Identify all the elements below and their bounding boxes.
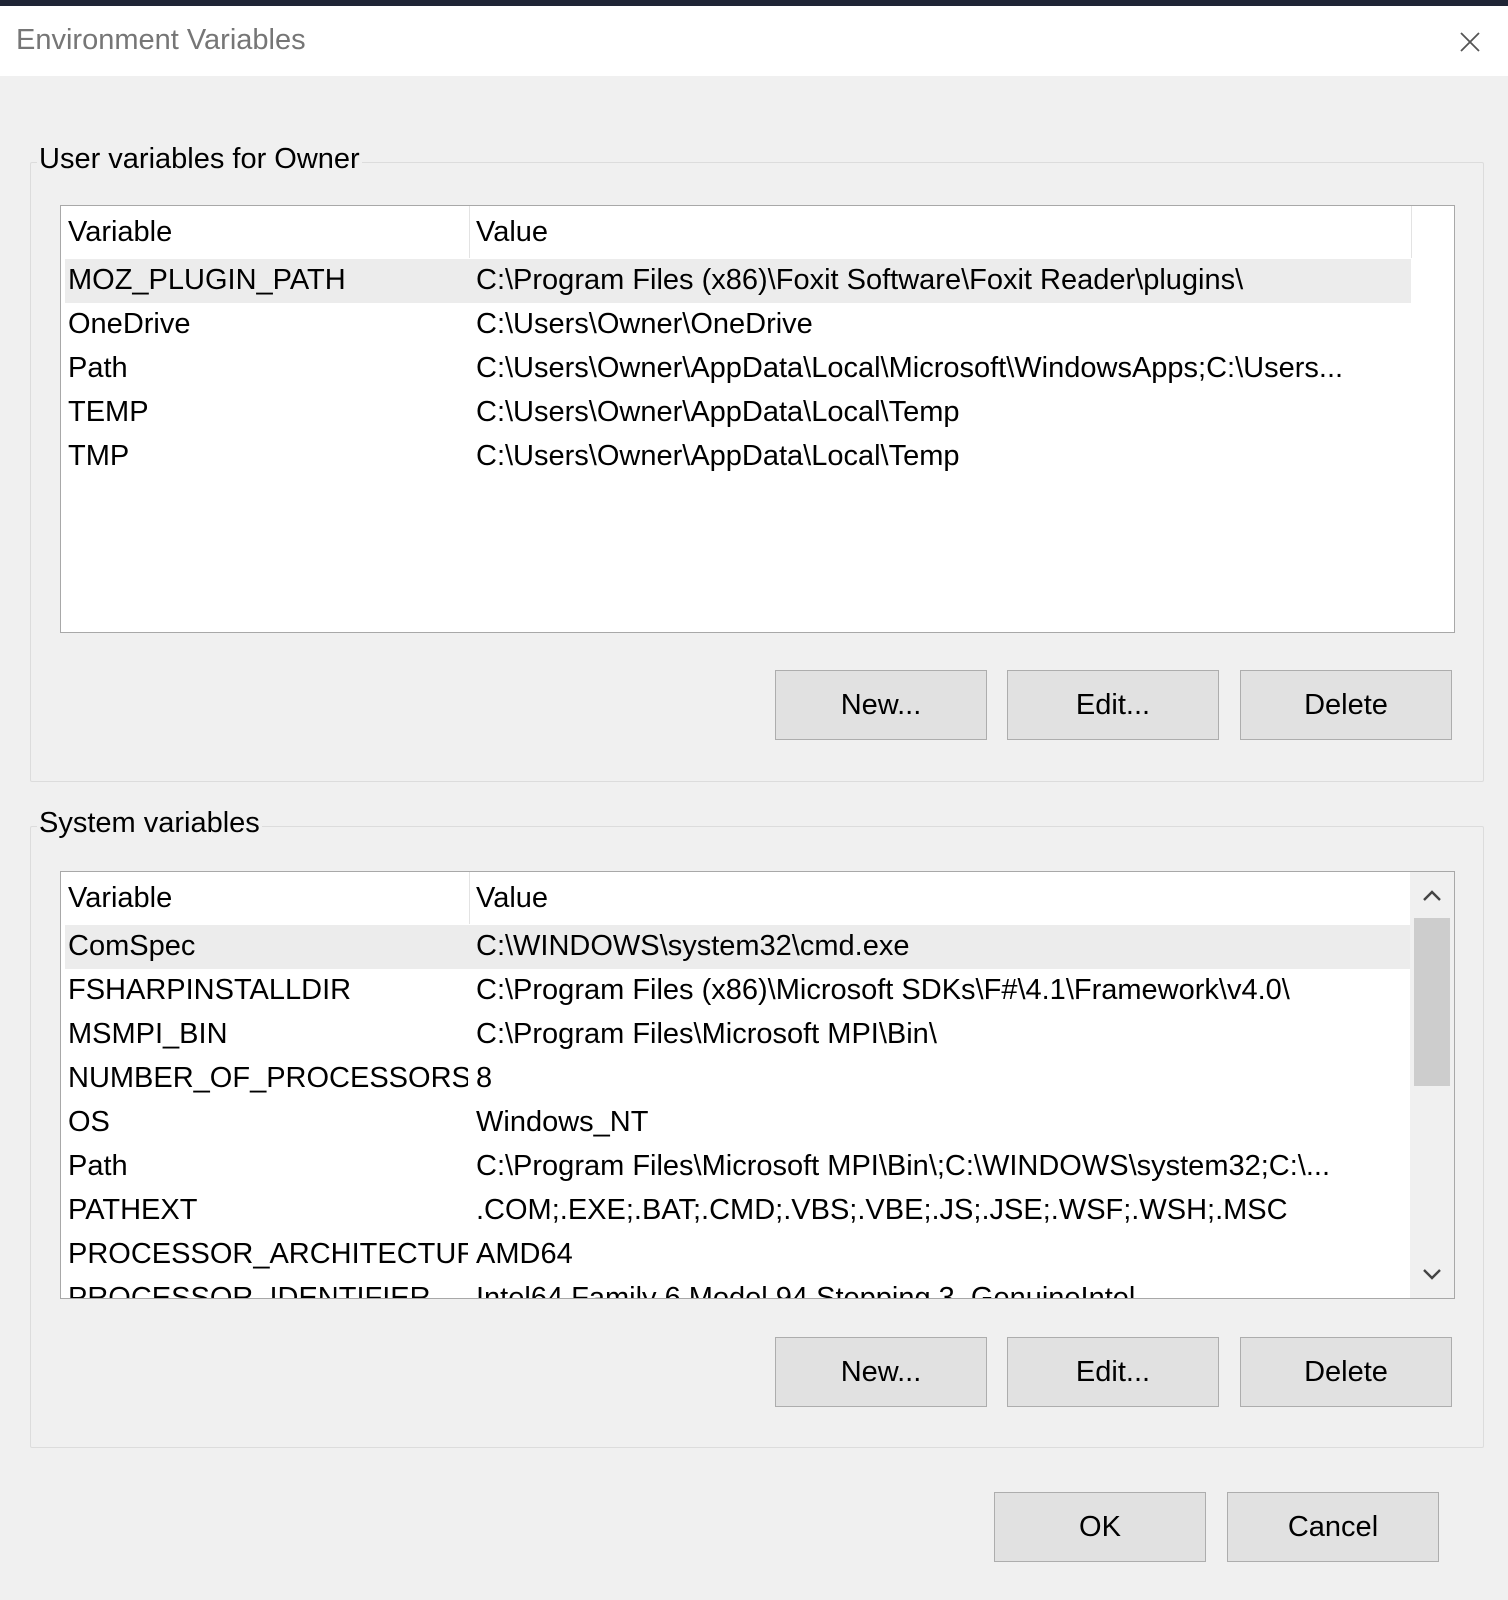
table-row[interactable]: FSHARPINSTALLDIR C:\Program Files (x86)\…	[65, 969, 1411, 1013]
variable-cell: TMP	[68, 440, 130, 472]
system-delete-button[interactable]: Delete	[1240, 1337, 1452, 1407]
value-cell: 8	[476, 1062, 493, 1094]
variable-cell: MOZ_PLUGIN_PATH	[68, 264, 346, 296]
value-cell: Windows_NT	[476, 1106, 649, 1138]
table-row[interactable]: OneDrive C:\Users\Owner\OneDrive	[65, 303, 1411, 347]
title-bar: Environment Variables	[0, 6, 1508, 76]
close-button[interactable]	[1450, 22, 1490, 62]
column-header-value[interactable]: Value	[476, 882, 548, 915]
chevron-down-icon	[1423, 1269, 1441, 1280]
variable-cell: OneDrive	[68, 308, 191, 340]
user-delete-button[interactable]: Delete	[1240, 670, 1452, 740]
table-row[interactable]: ComSpec C:\WINDOWS\system32\cmd.exe	[65, 925, 1411, 969]
user-variables-label: User variables for Owner	[37, 143, 362, 176]
value-cell: C:\Users\Owner\AppData\Local\Temp	[476, 396, 960, 428]
column-header-variable[interactable]: Variable	[68, 882, 172, 915]
variable-cell: Path	[68, 352, 128, 384]
value-cell: Intel64 Family 6 Model 94 Stepping 3, Ge…	[476, 1282, 1136, 1299]
variable-cell: PROCESSOR_IDENTIFIER	[68, 1282, 431, 1299]
variable-cell: Path	[68, 1150, 128, 1182]
table-row[interactable]: MOZ_PLUGIN_PATH C:\Program Files (x86)\F…	[65, 259, 1411, 303]
table-row[interactable]: PROCESSOR_ARCHITECTURE AMD64	[65, 1233, 1411, 1277]
variable-cell: PATHEXT	[68, 1194, 198, 1226]
column-divider[interactable]	[469, 206, 470, 258]
scroll-thumb[interactable]	[1414, 918, 1450, 1086]
system-variables-list[interactable]: Variable Value ComSpec C:\WINDOWS\system…	[60, 871, 1455, 1299]
user-new-button[interactable]: New...	[775, 670, 987, 740]
user-variables-list[interactable]: Variable Value MOZ_PLUGIN_PATH C:\Progra…	[60, 205, 1455, 633]
variable-cell: FSHARPINSTALLDIR	[68, 974, 352, 1006]
scroll-down-button[interactable]	[1410, 1252, 1454, 1296]
table-row[interactable]: PROCESSOR_IDENTIFIER Intel64 Family 6 Mo…	[65, 1277, 1411, 1299]
table-row[interactable]: OS Windows_NT	[65, 1101, 1411, 1145]
variable-cell: PROCESSOR_ARCHITECTURE	[68, 1238, 468, 1270]
value-cell: C:\Program Files\Microsoft MPI\Bin\;C:\W…	[476, 1150, 1331, 1182]
list-header: Variable Value	[61, 206, 1412, 258]
variable-cell: ComSpec	[68, 930, 196, 962]
user-edit-button[interactable]: Edit...	[1007, 670, 1219, 740]
value-cell: .COM;.EXE;.BAT;.CMD;.VBS;.VBE;.JS;.JSE;.…	[476, 1194, 1288, 1226]
value-cell: C:\Users\Owner\OneDrive	[476, 308, 813, 340]
variable-cell: MSMPI_BIN	[68, 1018, 228, 1050]
table-row[interactable]: MSMPI_BIN C:\Program Files\Microsoft MPI…	[65, 1013, 1411, 1057]
value-cell: C:\Program Files\Microsoft MPI\Bin\	[476, 1018, 937, 1050]
cancel-button[interactable]: Cancel	[1227, 1492, 1439, 1562]
table-row[interactable]: Path C:\Users\Owner\AppData\Local\Micros…	[65, 347, 1411, 391]
system-edit-button[interactable]: Edit...	[1007, 1337, 1219, 1407]
value-cell: C:\WINDOWS\system32\cmd.exe	[476, 930, 910, 962]
table-row[interactable]: Path C:\Program Files\Microsoft MPI\Bin\…	[65, 1145, 1411, 1189]
table-row[interactable]: TMP C:\Users\Owner\AppData\Local\Temp	[65, 435, 1411, 479]
chevron-up-icon	[1423, 890, 1441, 901]
list-header: Variable Value	[61, 872, 1412, 924]
value-cell: C:\Program Files (x86)\Foxit Software\Fo…	[476, 264, 1244, 296]
value-cell: C:\Users\Owner\AppData\Local\Microsoft\W…	[476, 352, 1344, 384]
variable-cell: NUMBER_OF_PROCESSORS	[68, 1062, 468, 1094]
table-row[interactable]: TEMP C:\Users\Owner\AppData\Local\Temp	[65, 391, 1411, 435]
ok-button[interactable]: OK	[994, 1492, 1206, 1562]
system-variables-label: System variables	[37, 807, 262, 840]
close-icon	[1460, 32, 1480, 52]
column-header-value[interactable]: Value	[476, 216, 548, 249]
value-cell: AMD64	[476, 1238, 573, 1270]
value-cell: C:\Program Files (x86)\Microsoft SDKs\F#…	[476, 974, 1290, 1006]
column-divider	[1411, 206, 1412, 258]
value-cell: C:\Users\Owner\AppData\Local\Temp	[476, 440, 960, 472]
system-new-button[interactable]: New...	[775, 1337, 987, 1407]
table-row[interactable]: PATHEXT .COM;.EXE;.BAT;.CMD;.VBS;.VBE;.J…	[65, 1189, 1411, 1233]
variable-cell: OS	[68, 1106, 110, 1138]
column-divider[interactable]	[469, 872, 470, 924]
scroll-up-button[interactable]	[1410, 874, 1454, 918]
vertical-scrollbar[interactable]	[1410, 872, 1454, 1298]
table-row[interactable]: NUMBER_OF_PROCESSORS 8	[65, 1057, 1411, 1101]
variable-cell: TEMP	[68, 396, 149, 428]
column-header-variable[interactable]: Variable	[68, 216, 172, 249]
window-title: Environment Variables	[16, 24, 306, 56]
